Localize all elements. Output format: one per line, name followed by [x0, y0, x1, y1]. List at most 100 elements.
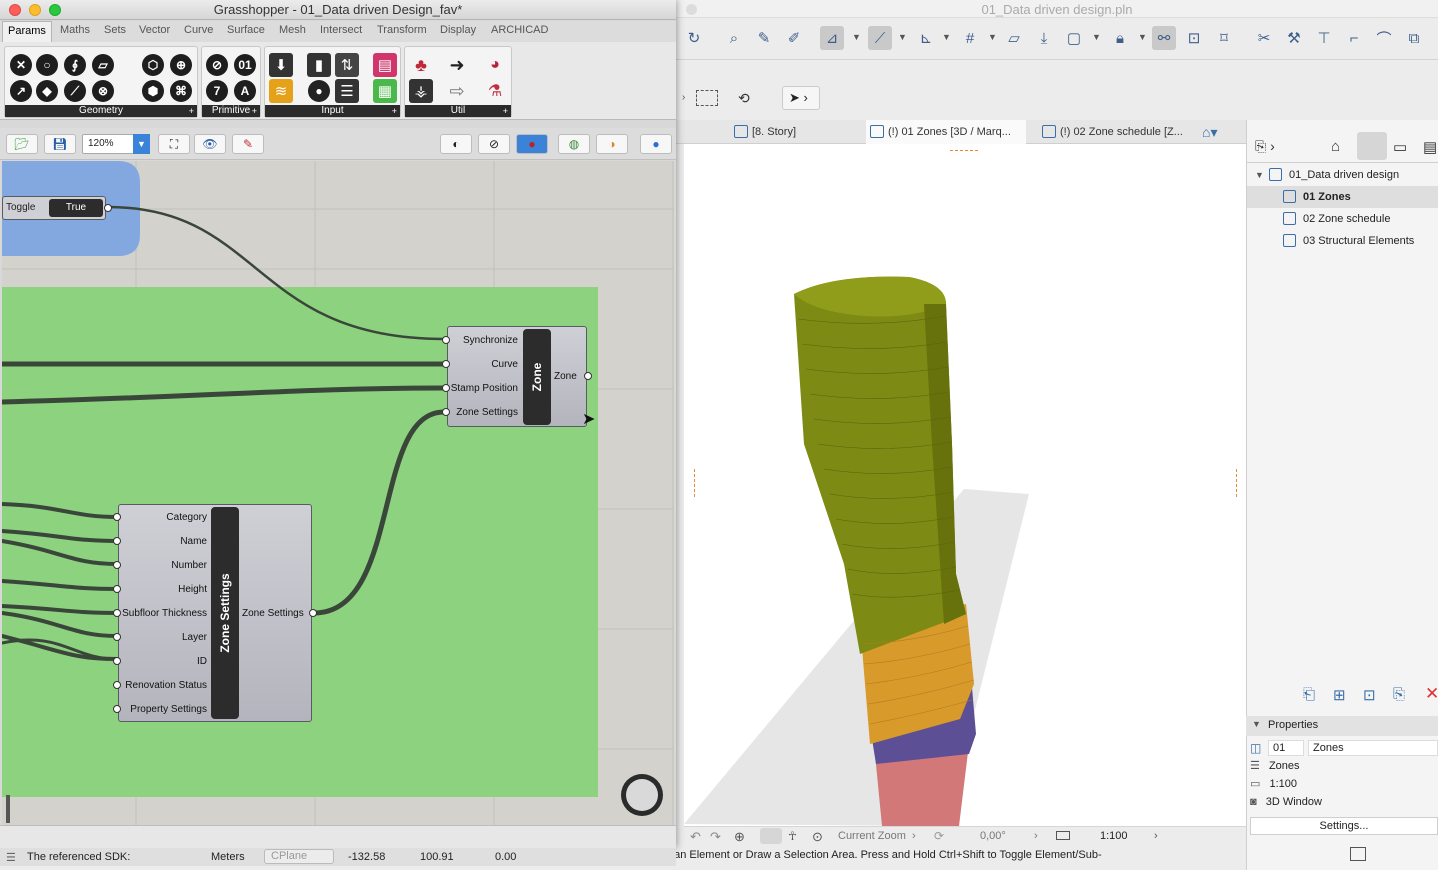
undo-view-icon[interactable]: ↶ [690, 829, 701, 845]
document-preview-icon[interactable]: ◑ [596, 134, 628, 154]
layer-icon[interactable]: ▢ [1062, 26, 1086, 50]
bake-icon[interactable]: ● [640, 134, 672, 154]
zoom-icon[interactable]: ⊙ [812, 829, 823, 845]
galapagos-icon[interactable]: ◕ [483, 53, 507, 77]
height-port[interactable] [113, 585, 121, 593]
split-icon[interactable]: ⧉ [1402, 26, 1426, 50]
chevron-down-icon[interactable]: ▼ [1092, 32, 1101, 42]
curve-param-icon[interactable]: ∮ [63, 53, 87, 77]
preview-icon[interactable]: 👁︎ [194, 134, 226, 154]
layer-port[interactable] [113, 633, 121, 641]
units-label[interactable]: Meters [211, 851, 245, 863]
dimension-icon[interactable]: ⊡ [1182, 26, 1206, 50]
navigator-view-icon[interactable]: ⎘ › [1255, 138, 1275, 155]
scale-value[interactable]: 1:100 [1100, 830, 1128, 842]
grasshopper-canvas[interactable]: Toggle True Synchronize Curve Stamp Posi… [2, 161, 674, 825]
current-zoom-label[interactable]: Current Zoom [838, 830, 906, 842]
arrow-tool-icon[interactable]: ➤ › [782, 86, 820, 110]
plane-icon[interactable]: ▱ [1002, 26, 1026, 50]
navigator-item-01-zones[interactable]: 01 Zones [1247, 186, 1438, 208]
import-icon[interactable]: ⬇ [269, 53, 293, 77]
cursor-icon[interactable]: ⤓ [1032, 26, 1056, 50]
orbit-icon[interactable] [760, 828, 782, 844]
chevron-down-icon[interactable]: ▼ [133, 134, 150, 154]
integer-param-icon[interactable]: 01 [233, 53, 257, 77]
tab-surface[interactable]: Surface [227, 24, 265, 36]
field-param-icon[interactable]: ⊕ [169, 53, 193, 77]
scale-value[interactable]: 1:100 [1269, 778, 1297, 790]
navigator-item-03-structural-elements[interactable]: 03 Structural Elements [1247, 230, 1438, 252]
fillet-icon[interactable]: ⌐ [1342, 26, 1366, 50]
guideline-icon[interactable]: ⟋ [868, 26, 892, 50]
circle-icon[interactable]: ○ [35, 53, 59, 77]
tab-intersect[interactable]: Intersect [320, 24, 362, 36]
snap-icon[interactable]: ⊾ [914, 26, 938, 50]
line-param-icon[interactable]: ⟋ [63, 79, 87, 103]
open-file-icon[interactable]: 📂︎ [6, 134, 38, 154]
mesh-settings-icon[interactable]: ◍ [558, 134, 590, 154]
project-map-icon[interactable]: ⌂ [1331, 138, 1340, 155]
number-param-icon[interactable]: 7 [205, 79, 229, 103]
brep-param-icon[interactable]: ⬢ [141, 79, 165, 103]
group-param-icon[interactable]: ⌘ [169, 79, 193, 103]
disclosure-triangle-icon[interactable]: ▼ [1252, 719, 1261, 729]
tab-story[interactable]: [8. Story] [730, 120, 856, 144]
no-preview-icon[interactable]: ⊘ [478, 134, 510, 154]
mesh-param-icon[interactable]: ⬡ [141, 53, 165, 77]
view-name-field[interactable]: Zones [1308, 740, 1438, 756]
tab-params[interactable]: Params [2, 21, 52, 42]
scrollbar-handle[interactable] [6, 795, 10, 823]
number-slider-icon[interactable]: ⇅ [335, 53, 359, 77]
tab-02-zone-schedule[interactable]: (!) 02 Zone schedule [Z... [1038, 120, 1198, 144]
ribbon-label-geometry[interactable]: Geometry + [5, 105, 197, 117]
zone-settings-component[interactable]: Category Name Number Height Subfloor Thi… [118, 504, 312, 722]
curve-port[interactable] [442, 360, 450, 368]
image-sampler-icon[interactable]: ▦ [373, 79, 397, 103]
chevron-down-icon[interactable]: ▼ [852, 32, 861, 42]
disclosure-triangle-icon[interactable]: ▼ [1255, 164, 1264, 186]
zone-settings-output-port[interactable] [309, 609, 317, 617]
chevron-down-icon[interactable]: ▼ [898, 32, 907, 42]
redo-view-icon[interactable]: ↷ [710, 829, 721, 845]
tab-curve[interactable]: Curve [184, 24, 213, 36]
chevron-right-icon[interactable]: › [682, 92, 685, 103]
value-list-icon[interactable]: ☰ [335, 79, 359, 103]
subfloor-thickness-port[interactable] [113, 609, 121, 617]
curve-icon[interactable]: ⌒ [1372, 26, 1396, 50]
settings-button[interactable]: Settings... [1250, 817, 1438, 835]
zone-settings-port[interactable] [442, 408, 450, 416]
ribbon-label-util[interactable]: Util + [405, 105, 511, 117]
toggle-input-icon[interactable]: ▮ [307, 53, 331, 77]
synchronize-port[interactable] [442, 336, 450, 344]
layer-value[interactable]: Zones [1269, 760, 1300, 772]
find-select-icon[interactable]: ⌕ [722, 26, 746, 50]
new-folder-icon[interactable]: ⊞ [1333, 686, 1346, 704]
marquee-icon[interactable] [696, 90, 718, 106]
renovation-status-port[interactable] [113, 681, 121, 689]
button-icon[interactable]: ● [307, 79, 331, 103]
zone-component[interactable]: Synchronize Curve Stamp Position Zone Se… [447, 326, 587, 427]
flask-icon[interactable]: ⚗ [483, 79, 507, 103]
boolean-param-icon[interactable]: ⊘ [205, 53, 229, 77]
fitness-landscape-icon[interactable]: ⚶ [409, 79, 433, 103]
property-settings-port[interactable] [113, 705, 121, 713]
inject-icon[interactable]: ✐ [782, 26, 806, 50]
graph-mapper-icon[interactable]: ≋ [269, 79, 293, 103]
lock-icon[interactable]: 🔒︎ [1108, 26, 1132, 50]
category-port[interactable] [113, 513, 121, 521]
tab-display[interactable]: Display [440, 24, 476, 36]
trace-icon[interactable]: ⊿ [820, 26, 844, 50]
chevron-down-icon[interactable]: ▼ [988, 32, 997, 42]
window-value[interactable]: 3D Window [1266, 796, 1322, 808]
pick-up-icon[interactable]: ✎ [752, 26, 776, 50]
suspend-icon[interactable]: ⌑ [1212, 26, 1236, 50]
jump-icon[interactable]: ⇨ [445, 79, 469, 103]
preview-selected-icon[interactable]: ● [516, 134, 548, 154]
undo-icon[interactable]: ↻ [682, 26, 706, 50]
tab-list-icon[interactable]: ⌂▾ [1202, 124, 1217, 141]
cherry-picker-icon[interactable]: ♣ [409, 53, 433, 77]
plane-param-icon[interactable]: ◆ [35, 79, 59, 103]
grid-icon[interactable]: # [958, 26, 982, 50]
angle-value[interactable]: 0,00° [980, 830, 1006, 842]
new-view-icon[interactable]: ⊡ [1363, 686, 1376, 704]
